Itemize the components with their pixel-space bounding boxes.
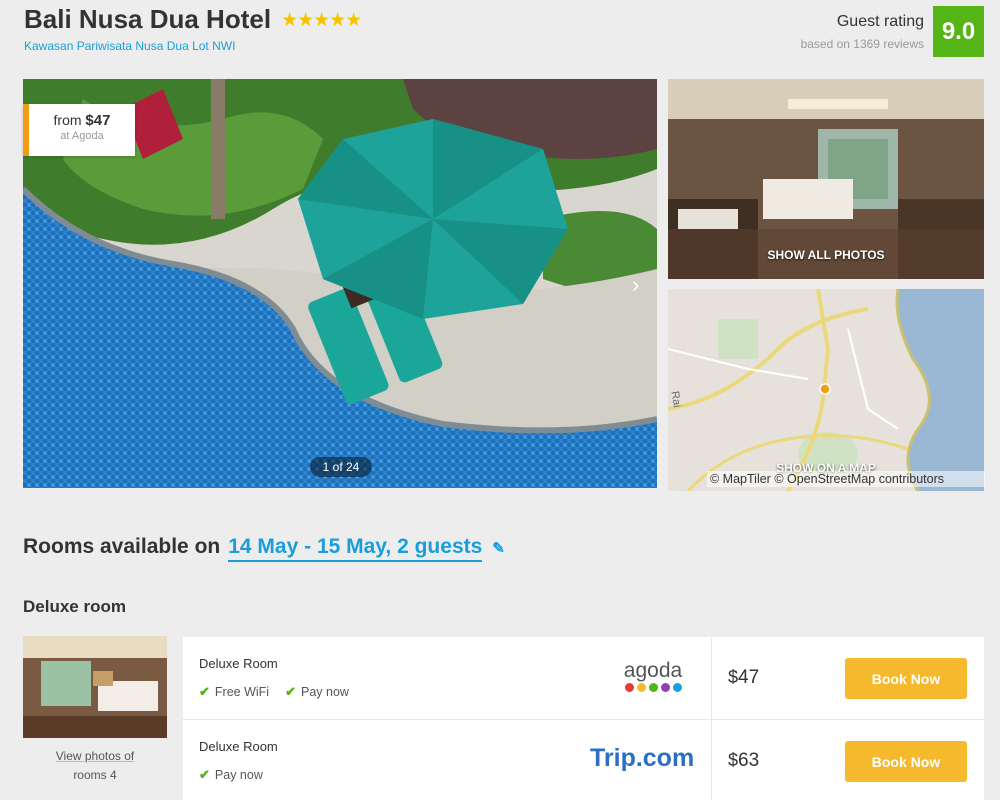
pencil-edit-icon[interactable]: ✎: [492, 539, 505, 557]
room-thumbnail[interactable]: [23, 636, 167, 738]
offer-features: ✔ Pay now: [199, 767, 263, 783]
hotel-title-row: Bali Nusa Dua Hotel ★★★★★: [24, 4, 362, 35]
price-amount: 47: [738, 667, 760, 688]
rating-score-badge: 9.0: [933, 6, 984, 57]
agoda-wordmark: agoda: [623, 659, 683, 682]
feature-pay-now: ✔ Pay now: [199, 767, 263, 783]
feature-free-wifi: ✔ Free WiFi: [199, 684, 269, 700]
price-tag-from: from $47: [29, 112, 135, 129]
offer-divider: [711, 637, 712, 720]
feature-label: Pay now: [214, 768, 263, 782]
chevron-right-icon[interactable]: ›: [632, 272, 639, 298]
offer-price: $47: [728, 667, 759, 689]
hotel-name: Bali Nusa Dua Hotel: [24, 4, 272, 34]
guest-rating: Guest rating based on 1369 reviews: [801, 13, 924, 51]
book-now-button[interactable]: Book Now: [845, 741, 967, 782]
hotel-address-link[interactable]: Kawasan Pariwisata Nusa Dua Lot NWI: [24, 39, 235, 53]
price-currency: $: [728, 667, 739, 687]
offer-row-trip: Deluxe Room ✔ Pay now Trip.com $63 Book N…: [183, 720, 984, 800]
view-photos-line2: rooms 4: [73, 768, 117, 782]
checkmark-icon: ✔: [199, 767, 210, 782]
offer-room-name: Deluxe Room: [199, 739, 278, 754]
book-now-button[interactable]: Book Now: [845, 658, 967, 699]
price-tag: from $47 at Agoda: [23, 104, 135, 156]
checkmark-icon: ✔: [285, 684, 296, 699]
rooms-available-heading: Rooms available on 14 May - 15 May, 2 gu…: [23, 535, 505, 562]
room-thumbnail-image: [23, 636, 167, 738]
dates-guests-selector[interactable]: 14 May - 15 May, 2 guests: [228, 535, 483, 562]
trip-com-logo: Trip.com: [590, 744, 695, 772]
price-amount: 63: [738, 750, 760, 771]
rating-label: Guest rating: [836, 13, 924, 30]
offer-row-agoda: Deluxe Room ✔ Free WiFi ✔ Pay now agoda $4…: [183, 637, 984, 720]
offer-price: $63: [728, 750, 759, 772]
agoda-logo: agoda: [621, 659, 685, 692]
view-room-photos-link[interactable]: View photos of rooms 4: [23, 747, 167, 785]
offer-room-name: Deluxe Room: [199, 656, 278, 671]
rating-review-count: based on 1369 reviews: [800, 37, 924, 51]
offer-features: ✔ Free WiFi ✔ Pay now: [199, 684, 349, 700]
price-currency: $: [728, 750, 739, 770]
agoda-dots-icon: [621, 683, 685, 692]
feature-label: Free WiFi: [214, 685, 270, 699]
map-attribution[interactable]: © MapTiler © OpenStreetMap contributors: [707, 471, 985, 487]
rooms-heading-prefix: Rooms available on: [23, 535, 221, 558]
offer-divider: [711, 720, 712, 800]
show-all-photos-label[interactable]: SHOW ALL PHOTOS: [668, 248, 984, 262]
star-rating-icon: ★★★★★: [281, 10, 362, 31]
price-tag-value: $47: [85, 112, 111, 129]
photo-counter: 1 of 24: [310, 457, 372, 477]
checkmark-icon: ✔: [199, 684, 210, 699]
feature-label: Pay now: [300, 685, 349, 699]
room-type-title: Deluxe room: [23, 597, 126, 616]
offers-list: Deluxe Room ✔ Free WiFi ✔ Pay now agoda $4…: [183, 637, 984, 800]
feature-pay-now: ✔ Pay now: [285, 684, 349, 700]
view-photos-line1: View photos of: [55, 749, 135, 763]
price-tag-source: at Agoda: [60, 130, 104, 142]
price-tag-prefix: from: [53, 112, 86, 128]
